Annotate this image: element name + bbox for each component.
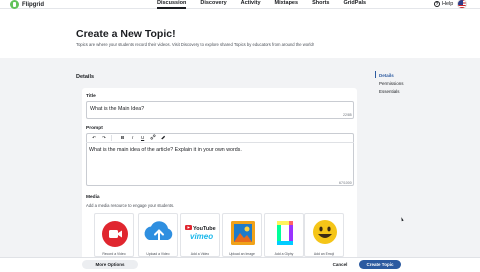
page-header: [0, 10, 480, 58]
title-value[interactable]: What is the Main Idea?: [90, 106, 144, 112]
bold-button[interactable]: B: [118, 134, 128, 142]
emoji-icon: [313, 220, 337, 244]
add-video-label: Add a Video: [190, 252, 210, 256]
clear-format-icon[interactable]: [158, 134, 168, 142]
camera-icon: [102, 221, 128, 247]
svg-text:vimeo: vimeo: [190, 232, 213, 241]
record-video-tile[interactable]: [94, 213, 134, 257]
add-emoji-tile[interactable]: [304, 213, 344, 257]
link-icon[interactable]: [148, 134, 158, 142]
section-title-details: Details: [76, 74, 95, 80]
question-icon: ?: [434, 1, 440, 7]
prompt-label: Prompt: [86, 126, 103, 131]
tab-mixtapes[interactable]: Mixtapes: [268, 0, 306, 9]
redo-icon[interactable]: ↷: [99, 134, 109, 142]
page-subtitle: Topics are where your students record th…: [76, 42, 314, 47]
upload-image-label: Upload an Image: [229, 252, 255, 256]
tab-shorts[interactable]: Shorts: [305, 0, 336, 9]
toolbar-divider: [111, 134, 112, 141]
nav-tabs: Discussion Discovery Activity Mixtapes S…: [150, 0, 373, 9]
top-nav: Flipgrid Discussion Discovery Activity M…: [0, 0, 480, 9]
add-giphy-tile[interactable]: [264, 213, 304, 257]
side-nav-details[interactable]: Details: [375, 73, 394, 78]
help-link[interactable]: ? Help: [434, 0, 453, 8]
flipgrid-logo-icon: [10, 0, 19, 9]
title-char-count: 22/85: [343, 113, 352, 117]
create-topic-button[interactable]: Create Topic: [359, 260, 401, 269]
undo-icon[interactable]: ↶: [89, 134, 99, 142]
side-nav-permissions[interactable]: Permissions: [375, 81, 404, 86]
upload-icon: [144, 221, 173, 242]
add-emoji-label: Add an Emoji: [313, 252, 335, 256]
title-label: Title: [86, 94, 96, 99]
italic-button[interactable]: I: [128, 134, 138, 142]
record-video-label: Record a Video: [102, 252, 126, 256]
giphy-icon: [277, 221, 293, 245]
svg-text:YouTube: YouTube: [193, 226, 216, 232]
tab-gridpals[interactable]: GridPals: [336, 0, 373, 9]
upload-video-tile[interactable]: [138, 213, 178, 257]
add-giphy-label: Add a Giphy: [274, 252, 294, 256]
underline-button[interactable]: U: [138, 134, 148, 142]
avatar[interactable]: [457, 0, 467, 9]
page-title: Create a New Topic!: [76, 28, 176, 40]
logo[interactable]: Flipgrid: [10, 0, 44, 9]
cancel-button[interactable]: Cancel: [325, 260, 355, 269]
upload-video-label: Upload a Video: [146, 252, 170, 256]
media-label: Media: [86, 195, 100, 200]
help-label: Help: [442, 1, 454, 7]
prompt-value[interactable]: What is the main idea of the article? Ex…: [89, 147, 242, 153]
add-video-tile[interactable]: YouTube vimeo: [180, 213, 220, 257]
editor-toolbar: ↶ ↷ B I U: [86, 133, 354, 143]
footer-bar: [0, 257, 480, 272]
more-options-button[interactable]: More Options: [82, 260, 138, 269]
upload-image-tile[interactable]: [222, 213, 262, 257]
logo-text: Flipgrid: [22, 1, 44, 8]
tab-discussion[interactable]: Discussion: [150, 0, 193, 9]
tab-discovery[interactable]: Discovery: [193, 0, 233, 9]
media-hint: Add a media resource to engage your stud…: [86, 203, 175, 208]
tab-activity[interactable]: Activity: [234, 0, 268, 9]
prompt-char-count: 67/1000: [339, 181, 352, 185]
side-nav-essentials[interactable]: Essentials: [375, 89, 400, 94]
youtube-vimeo-icon: YouTube vimeo: [185, 225, 216, 241]
image-icon: [231, 221, 255, 245]
